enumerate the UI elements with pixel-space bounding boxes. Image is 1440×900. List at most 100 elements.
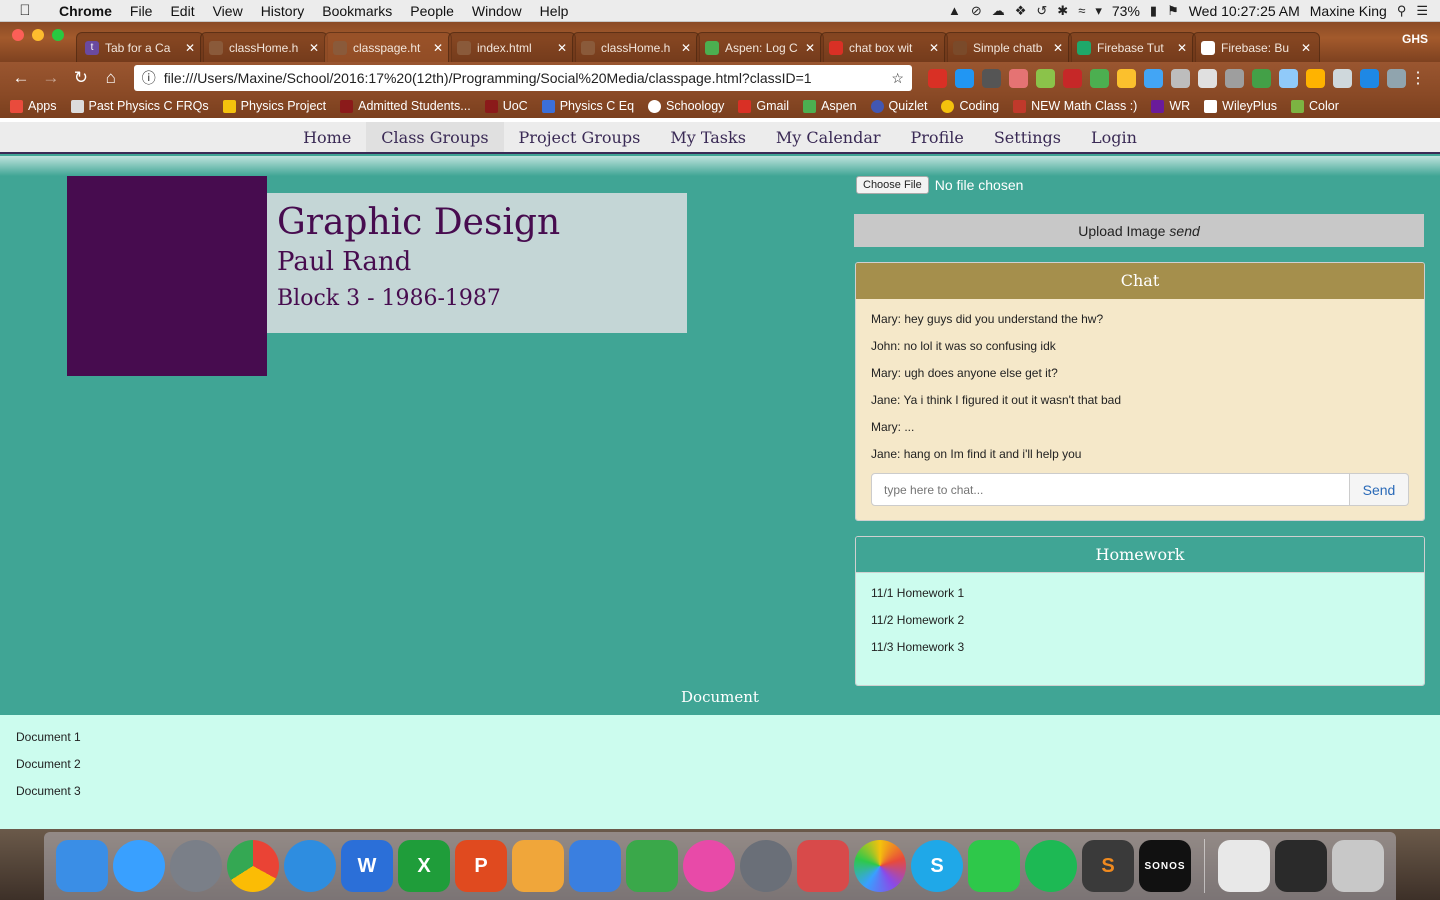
menu-bookmarks[interactable]: Bookmarks xyxy=(313,3,401,19)
browser-tab-active[interactable]: classpage.ht ✕ xyxy=(324,32,452,62)
browser-tab[interactable]: classHome.h ✕ xyxy=(572,32,700,62)
info-icon[interactable]: ⓘ xyxy=(142,68,156,88)
close-tab-icon[interactable]: ✕ xyxy=(805,41,815,55)
powerpoint-icon[interactable]: P xyxy=(455,840,507,892)
trash-icon[interactable] xyxy=(1332,840,1384,892)
browser-tab[interactable]: t Tab for a Ca ✕ xyxy=(76,32,204,62)
user-name[interactable]: Maxine King xyxy=(1310,3,1387,19)
menu-edit[interactable]: Edit xyxy=(161,3,203,19)
launchpad-icon[interactable] xyxy=(170,840,222,892)
nav-my-tasks[interactable]: My Tasks xyxy=(655,122,761,152)
extension-icon[interactable] xyxy=(1224,68,1244,88)
apple-icon[interactable]:  xyxy=(0,2,50,19)
address-bar[interactable]: ⓘ file:///Users/Maxine/School/2016:17%20… xyxy=(133,65,912,91)
browser-tab[interactable]: classHome.h ✕ xyxy=(200,32,328,62)
leaf-extension-icon[interactable] xyxy=(1035,68,1055,88)
close-tab-icon[interactable]: ✕ xyxy=(1301,41,1311,55)
bookmark-item[interactable]: Admitted Students... xyxy=(340,99,471,113)
itunes-icon[interactable] xyxy=(683,840,735,892)
clock[interactable]: Wed 10:27:25 AM xyxy=(1189,3,1300,19)
gmail-extension-icon[interactable] xyxy=(927,68,947,88)
close-tab-icon[interactable]: ✕ xyxy=(1053,41,1063,55)
bookmark-item[interactable]: Physics Project xyxy=(222,99,326,113)
browser-tab[interactable]: Aspen: Log C ✕ xyxy=(696,32,824,62)
photos-icon[interactable] xyxy=(854,840,906,892)
bookmark-item[interactable]: Color xyxy=(1291,99,1339,113)
drive-extension-icon[interactable] xyxy=(1116,68,1136,88)
close-tab-icon[interactable]: ✕ xyxy=(185,41,195,55)
sync-icon[interactable]: ⊘ xyxy=(971,3,982,19)
menu-history[interactable]: History xyxy=(252,3,314,19)
zoom-window-icon[interactable] xyxy=(52,29,64,41)
extension-icon[interactable] xyxy=(1170,68,1190,88)
close-window-icon[interactable] xyxy=(12,29,24,41)
extension-icon[interactable] xyxy=(1089,68,1109,88)
bookmark-item[interactable]: Physics C Eq xyxy=(541,99,634,113)
extension-icon[interactable] xyxy=(1278,68,1298,88)
extension-icon[interactable] xyxy=(1386,68,1406,88)
volume-icon[interactable]: ▾ xyxy=(1095,3,1102,19)
bookmark-item[interactable]: Schoology xyxy=(648,99,724,113)
choose-file-button[interactable]: Choose File xyxy=(856,176,929,194)
bookmark-item[interactable]: Quizlet xyxy=(870,99,927,113)
back-arrow-icon[interactable]: ← xyxy=(8,65,34,91)
chat-input[interactable] xyxy=(871,473,1350,506)
browser-tab[interactable]: Firebase Tut ✕ xyxy=(1068,32,1196,62)
skype-icon[interactable]: S xyxy=(911,840,963,892)
extension-icon[interactable] xyxy=(1143,68,1163,88)
extension-icon[interactable] xyxy=(1359,68,1379,88)
reload-icon[interactable]: ↻ xyxy=(68,65,94,91)
extension-icon[interactable] xyxy=(981,68,1001,88)
close-tab-icon[interactable]: ✕ xyxy=(433,41,443,55)
homework-item[interactable]: 11/2 Homework 2 xyxy=(871,610,1409,637)
menu-file[interactable]: File xyxy=(121,3,162,19)
menu-view[interactable]: View xyxy=(204,3,252,19)
pages-icon[interactable] xyxy=(512,840,564,892)
bookmark-item[interactable]: Past Physics C FRQs xyxy=(70,99,209,113)
bookmark-item[interactable]: WileyPlus xyxy=(1204,99,1277,113)
nav-settings[interactable]: Settings xyxy=(979,122,1076,152)
time-machine-icon[interactable]: ↺ xyxy=(1036,3,1047,19)
extension-icon[interactable] xyxy=(1332,68,1352,88)
numbers-icon[interactable] xyxy=(626,840,678,892)
new-extension-icon[interactable] xyxy=(1251,68,1271,88)
menu-help[interactable]: Help xyxy=(531,3,578,19)
document-item[interactable]: Document 1 xyxy=(16,727,1424,754)
system-preferences-icon[interactable] xyxy=(740,840,792,892)
sublime-text-icon[interactable]: S xyxy=(1082,840,1134,892)
keynote-icon[interactable] xyxy=(569,840,621,892)
nav-project-groups[interactable]: Project Groups xyxy=(504,122,656,152)
send-button[interactable]: Send xyxy=(1350,473,1409,506)
browser-tab[interactable]: Firebase: Bu ✕ xyxy=(1192,32,1320,62)
finder-icon[interactable] xyxy=(56,840,108,892)
nav-login[interactable]: Login xyxy=(1076,122,1152,152)
browser-tab[interactable]: Simple chatb ✕ xyxy=(944,32,1072,62)
close-tab-icon[interactable]: ✕ xyxy=(557,41,567,55)
alert-icon[interactable]: ▲ xyxy=(948,3,961,18)
bookmark-item[interactable]: Coding xyxy=(941,99,999,113)
messages-icon[interactable] xyxy=(113,840,165,892)
spotlight-search-icon[interactable]: ⚲ xyxy=(1397,3,1407,19)
profile-button[interactable]: GHS xyxy=(1402,32,1440,62)
pencil-app-icon[interactable] xyxy=(284,840,336,892)
nav-home[interactable]: Home xyxy=(288,122,366,152)
nav-profile[interactable]: Profile xyxy=(896,122,979,152)
browser-tab[interactable]: chat box wit ✕ xyxy=(820,32,948,62)
flag-icon[interactable]: ⚑ xyxy=(1167,3,1179,19)
extension-icon[interactable] xyxy=(1197,68,1217,88)
battery-percent[interactable]: 73% xyxy=(1112,3,1140,19)
home-icon[interactable]: ⌂ xyxy=(98,65,124,91)
excel-icon[interactable]: X xyxy=(398,840,450,892)
cloud-icon[interactable]: ☁ xyxy=(992,3,1005,19)
bookmark-item[interactable]: Aspen xyxy=(803,99,857,113)
url-text[interactable]: file:///Users/Maxine/School/2016:17%20(1… xyxy=(164,70,884,86)
browser-tab[interactable]: index.html ✕ xyxy=(448,32,576,62)
bookmark-item[interactable]: UoC xyxy=(484,99,528,113)
spotify-icon[interactable] xyxy=(1025,840,1077,892)
word-icon[interactable]: W xyxy=(341,840,393,892)
sonos-icon[interactable]: SONOS xyxy=(1139,840,1191,892)
facetime-icon[interactable] xyxy=(968,840,1020,892)
dropbox-icon[interactable]: ❖ xyxy=(1015,3,1027,19)
menu-app-name[interactable]: Chrome xyxy=(50,3,121,19)
extension-icon[interactable] xyxy=(1062,68,1082,88)
